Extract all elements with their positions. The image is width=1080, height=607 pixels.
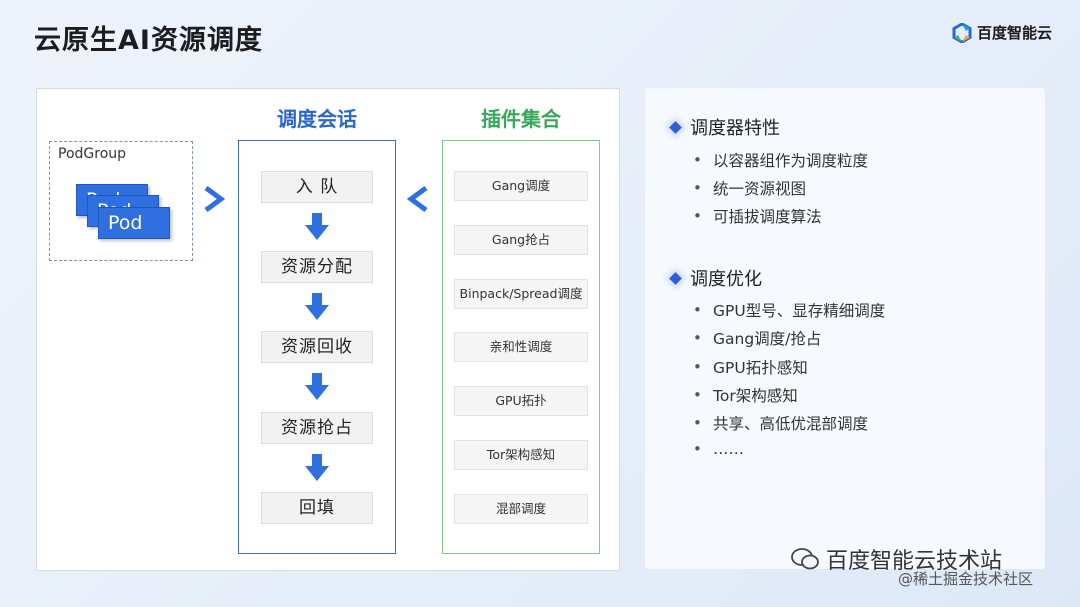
bullet-icon: • <box>693 151 702 169</box>
diamond-bullet-icon <box>669 271 682 285</box>
list-item-text: …… <box>713 440 744 458</box>
step-reclaim: 资源回收 <box>261 331 373 363</box>
podgroup-box: PodGroup Pod Pod Pod <box>49 141 193 261</box>
wechat-icon <box>791 548 819 570</box>
page-title: 云原生AI资源调度 <box>34 25 263 56</box>
step-enqueue: 入 队 <box>261 171 373 203</box>
baidu-cloud-logo-icon <box>952 22 972 43</box>
plugin-item: GPU拓扑 <box>454 386 588 416</box>
diamond-bullet-icon <box>669 120 682 134</box>
list-item: • 以容器组作为调度粒度 <box>693 149 868 171</box>
plugin-item: Binpack/Spread调度 <box>454 279 588 309</box>
bullet-icon: • <box>693 414 702 432</box>
feature-list-panel: 调度器特性 • 以容器组作为调度粒度 • 统一资源视图 • 可插拔调度算法 调度优化 … <box>645 88 1045 569</box>
section-title-text: 调度器特性 <box>690 118 780 139</box>
bullet-icon: • <box>693 179 702 197</box>
list-item-text: GPU型号、显存精细调度 <box>713 302 886 320</box>
plugins-title: 插件集合 <box>481 107 561 131</box>
arrow-down-icon <box>305 293 329 320</box>
step-allocate: 资源分配 <box>261 251 373 283</box>
list-item-text: Gang调度/抢占 <box>713 330 822 348</box>
brand-name: 百度智能云 <box>977 24 1053 42</box>
bullet-icon: • <box>693 440 702 458</box>
scheduling-session-box: 入 队 资源分配 资源回收 资源抢占 回填 <box>238 140 396 554</box>
list-item: • GPU型号、显存精细调度 <box>693 299 885 321</box>
bullet-icon: • <box>693 329 702 347</box>
plugin-item: 混部调度 <box>454 494 588 524</box>
pod-box: Pod <box>98 207 170 239</box>
list-item-text: 可插拔调度算法 <box>713 208 822 226</box>
chevron-right-icon <box>203 185 226 218</box>
list-item: • Gang调度/抢占 <box>693 327 821 349</box>
plugins-box: Gang调度 Gang抢占 Binpack/Spread调度 亲和性调度 GPU… <box>442 140 600 554</box>
arrow-down-icon <box>305 213 329 240</box>
list-item: • GPU拓扑感知 <box>693 356 808 378</box>
bullet-icon: • <box>693 386 702 404</box>
section-title: 调度优化 <box>669 265 762 291</box>
plugin-item: Gang调度 <box>454 171 588 201</box>
list-item-text: 以容器组作为调度粒度 <box>713 152 869 170</box>
list-item: • Tor架构感知 <box>693 384 798 406</box>
brand: 百度智能云 <box>952 22 1052 43</box>
plugin-item: Tor架构感知 <box>454 440 588 470</box>
chevron-left-icon <box>406 185 429 218</box>
session-title: 调度会话 <box>277 107 357 131</box>
list-item: • 统一资源视图 <box>693 177 806 199</box>
list-item: • …… <box>693 440 744 458</box>
list-item-text: GPU拓扑感知 <box>713 359 808 377</box>
list-item-text: 统一资源视图 <box>713 180 807 198</box>
bullet-icon: • <box>693 301 702 319</box>
bullet-icon: • <box>693 358 702 376</box>
list-item: • 共享、高低优混部调度 <box>693 412 868 434</box>
step-preempt: 资源抢占 <box>261 412 373 444</box>
scheduling-diagram: PodGroup Pod Pod Pod 调度会话 入 队 资源分配 资源回收 … <box>36 88 620 571</box>
list-item-text: 共享、高低优混部调度 <box>713 415 869 433</box>
bullet-icon: • <box>693 207 702 225</box>
watermark-sub: @稀土掘金技术社区 <box>898 570 1034 588</box>
step-backfill: 回填 <box>261 492 373 524</box>
list-item-text: Tor架构感知 <box>713 387 798 405</box>
plugin-item: 亲和性调度 <box>454 332 588 362</box>
podgroup-label: PodGroup <box>58 146 127 162</box>
section-title: 调度器特性 <box>669 114 780 140</box>
arrow-down-icon <box>305 454 329 481</box>
list-item: • 可插拔调度算法 <box>693 205 822 227</box>
arrow-down-icon <box>305 373 329 400</box>
section-title-text: 调度优化 <box>690 269 762 290</box>
plugin-item: Gang抢占 <box>454 225 588 255</box>
